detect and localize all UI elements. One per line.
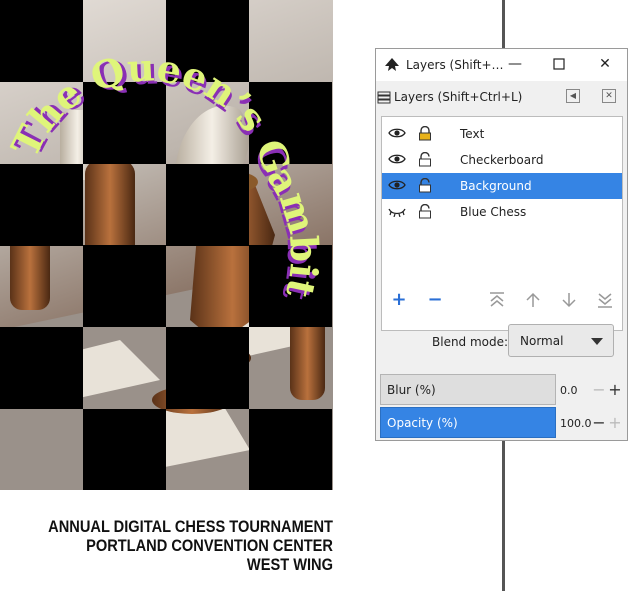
chevron-down-icon	[591, 338, 603, 345]
layer-row[interactable]: Checkerboard	[382, 147, 622, 173]
opacity-increase-button[interactable]: +	[608, 413, 622, 432]
maximize-icon	[553, 58, 565, 70]
raise-layer-icon[interactable]	[524, 291, 542, 309]
raise-to-top-icon[interactable]	[488, 291, 506, 309]
blur-decrease-button[interactable]: −	[592, 380, 606, 399]
tab-close-icon[interactable]: ✕	[602, 89, 616, 103]
blur-slider[interactable]: Blur (%)	[380, 374, 556, 405]
tab-label: Layers (Shift+Ctrl+L)	[394, 90, 523, 104]
blur-value[interactable]: 0.0	[560, 384, 578, 397]
maximize-button[interactable]	[548, 53, 570, 75]
tab-menu-icon[interactable]: ◀	[566, 89, 580, 103]
layer-name[interactable]: Blue Chess	[460, 205, 526, 219]
lock-icon[interactable]	[418, 125, 432, 144]
add-layer-icon[interactable]: +	[390, 291, 408, 309]
blend-mode-select[interactable]: Normal	[508, 324, 614, 357]
dialog-title: Layers (Shift+…	[406, 58, 504, 72]
layer-name[interactable]: Text	[460, 127, 484, 141]
unlock-icon[interactable]	[418, 177, 432, 196]
layer-row[interactable]: Blue Chess	[382, 199, 622, 225]
layers-icon	[377, 91, 391, 104]
eye-closed-icon[interactable]	[388, 205, 406, 220]
eye-icon[interactable]	[388, 179, 406, 194]
poster-title: The Queen’s Gambit	[2, 44, 327, 302]
layer-row[interactable]: Text	[382, 121, 622, 147]
layer-row[interactable]: Background	[382, 173, 622, 199]
inkscape-icon	[385, 58, 399, 71]
minimize-button[interactable]: —	[504, 53, 526, 75]
opacity-decrease-button[interactable]: −	[592, 413, 606, 432]
svg-text:The Queen’s Gambit: The Queen’s Gambit	[2, 44, 327, 302]
poster-line-room: WEST WING	[246, 555, 333, 574]
layer-name[interactable]: Checkerboard	[460, 153, 543, 167]
poster-title-graphic: The Queen’s Gambit The Queen’s Gambit	[2, 44, 327, 305]
chessboard-image: The Queen’s Gambit The Queen’s Gambit	[0, 0, 333, 490]
blend-mode-label: Blend mode:	[432, 335, 509, 349]
opacity-label: Opacity (%)	[387, 416, 458, 430]
blur-label: Blur (%)	[387, 383, 436, 397]
opacity-slider[interactable]: Opacity (%)	[380, 407, 556, 438]
opacity-value[interactable]: 100.0	[560, 417, 592, 430]
blur-increase-button[interactable]: +	[608, 380, 622, 399]
lower-to-bottom-icon[interactable]	[596, 291, 614, 309]
close-button[interactable]: ✕	[594, 53, 616, 75]
blend-mode-value: Normal	[520, 334, 564, 348]
unlock-icon[interactable]	[418, 203, 432, 222]
eye-icon[interactable]	[388, 127, 406, 142]
layer-name[interactable]: Background	[460, 179, 532, 193]
poster-line-event: ANNUAL DIGITAL CHESS TOURNAMENT	[48, 517, 333, 536]
layers-dialog[interactable]: Layers (Shift+… — ✕ Layers (Shift+Ctrl+L…	[375, 48, 628, 441]
remove-layer-icon[interactable]: −	[426, 291, 444, 309]
lower-layer-icon[interactable]	[560, 291, 578, 309]
unlock-icon[interactable]	[418, 151, 432, 170]
eye-icon[interactable]	[388, 153, 406, 168]
dialog-titlebar[interactable]: Layers (Shift+… — ✕	[376, 49, 627, 81]
poster-line-venue: PORTLAND CONVENTION CENTER	[86, 536, 333, 555]
dialog-tab[interactable]: Layers (Shift+Ctrl+L) ◀ ✕	[376, 81, 627, 111]
poster-canvas[interactable]: The Queen’s Gambit The Queen’s Gambit AN…	[0, 0, 333, 591]
